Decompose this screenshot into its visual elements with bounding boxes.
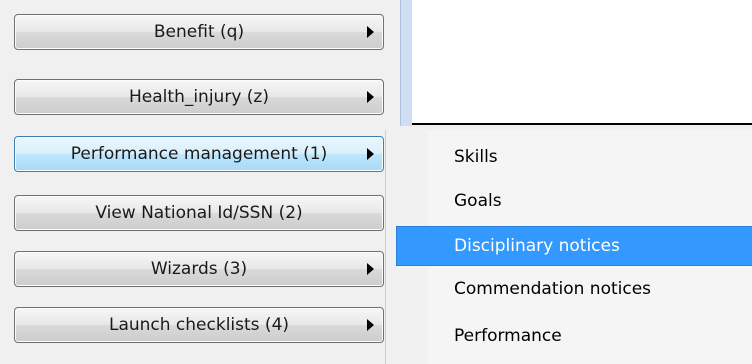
performance-management-button-label: Performance management (1) bbox=[70, 144, 328, 164]
launch-checklists-button[interactable]: Launch checklists (4) bbox=[14, 307, 384, 343]
benefit-button-label: Benefit (q) bbox=[153, 22, 245, 42]
submenu-arrow-icon bbox=[367, 319, 374, 331]
submenu-arrow-icon bbox=[367, 26, 374, 38]
benefit-button[interactable]: Benefit (q) bbox=[14, 14, 384, 50]
view-national-id-button[interactable]: View National Id/SSN (2) bbox=[14, 195, 384, 231]
submenu-arrow-icon bbox=[367, 263, 374, 275]
menu-item-label: Skills bbox=[454, 147, 498, 167]
performance-submenu: Skills Goals Disciplinary notices Commen… bbox=[385, 130, 752, 364]
performance-management-button[interactable]: Performance management (1) bbox=[14, 136, 384, 172]
content-area bbox=[412, 0, 752, 124]
view-national-id-button-label: View National Id/SSN (2) bbox=[95, 203, 303, 223]
submenu-arrow-icon bbox=[367, 148, 374, 160]
menu-item-goals[interactable]: Goals bbox=[396, 181, 752, 221]
menu-item-label: Commendation notices bbox=[454, 279, 652, 299]
menu-item-label: Goals bbox=[454, 191, 502, 211]
menu-item-disciplinary-notices[interactable]: Disciplinary notices bbox=[396, 226, 752, 266]
submenu-arrow-icon bbox=[367, 91, 374, 103]
health-injury-button[interactable]: Health_injury (z) bbox=[14, 79, 384, 115]
health-injury-button-label: Health_injury (z) bbox=[129, 87, 269, 107]
menu-item-label: Disciplinary notices bbox=[454, 236, 620, 256]
launch-checklists-button-label: Launch checklists (4) bbox=[108, 315, 290, 335]
menu-item-label: Performance bbox=[454, 326, 562, 346]
action-button-panel: Benefit (q) Health_injury (z) Performanc… bbox=[0, 0, 400, 364]
wizards-button-label: Wizards (3) bbox=[150, 259, 248, 279]
wizards-button[interactable]: Wizards (3) bbox=[14, 251, 384, 287]
divider bbox=[412, 123, 752, 125]
menu-item-performance[interactable]: Performance bbox=[396, 316, 752, 356]
menu-item-commendation-notices[interactable]: Commendation notices bbox=[396, 269, 752, 309]
menu-item-skills[interactable]: Skills bbox=[396, 137, 752, 177]
